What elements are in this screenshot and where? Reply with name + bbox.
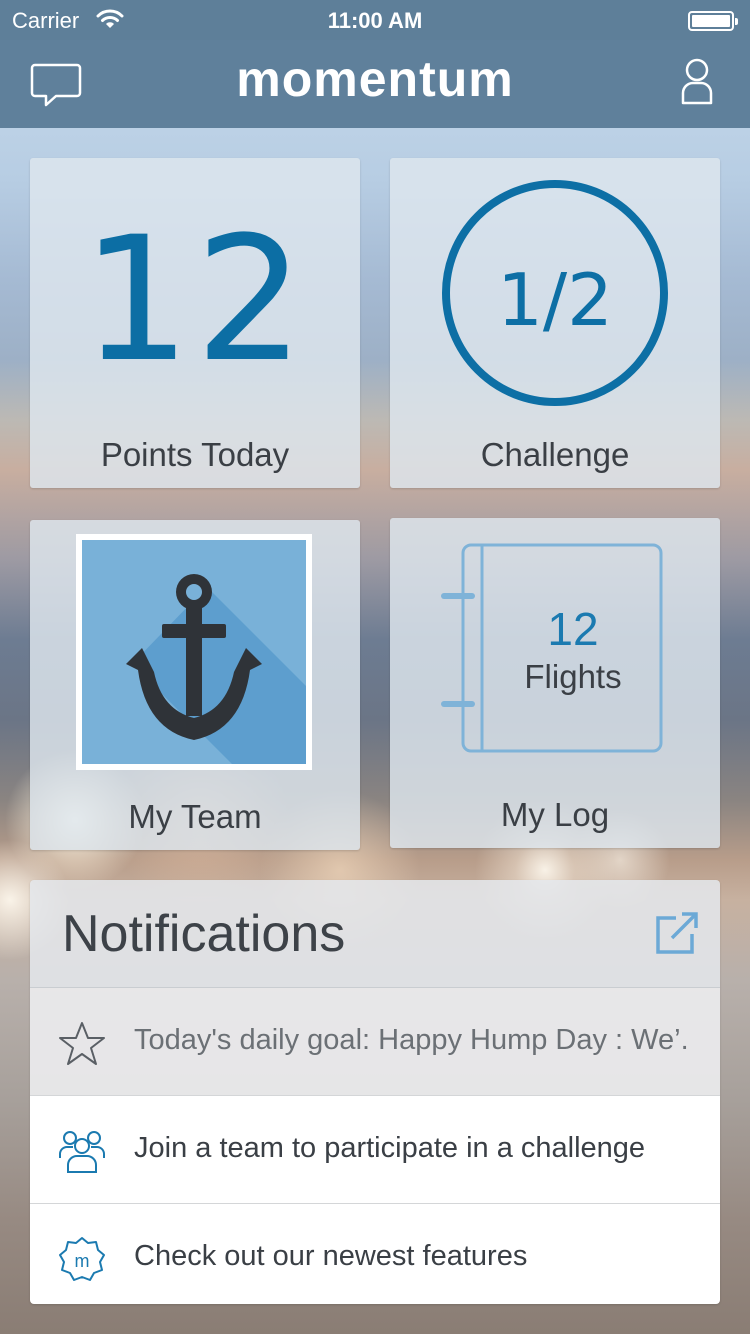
anchor-icon [82,540,306,764]
points-value: 12 [81,199,309,400]
notifications-header: Notifications [30,880,720,988]
team-avatar [76,534,312,770]
notifications-title: Notifications [62,905,346,963]
challenge-progress-ring: 1/2 [442,180,668,406]
notification-text: Check out our newest features [134,1240,528,1272]
notifications-panel: Notifications Today's daily goal: Happy … [30,880,720,1304]
notification-text: Today's daily goal: Happy Hump Day : We’… [134,1024,690,1056]
notification-item-new-features[interactable]: m Check out our newest features [30,1204,720,1304]
status-bar: Carrier 11:00 AM [0,0,750,40]
challenge-label: Challenge [480,436,630,473]
star-icon [58,1020,106,1068]
points-today-tile[interactable]: 12 Points Today [30,158,360,488]
notification-item-join-team[interactable]: Join a team to participate in a challeng… [30,1096,720,1204]
my-log-tile[interactable]: 12 Flights My Log [390,518,720,848]
log-count: 12 [547,603,599,655]
my-team-tile[interactable]: My Team [30,520,360,850]
external-link-icon[interactable] [654,910,700,956]
challenge-value: 1/2 [497,258,613,342]
notification-item-daily-goal[interactable]: Today's daily goal: Happy Hump Day : We’… [30,988,720,1096]
log-label: My Log [500,796,610,833]
user-profile-icon[interactable] [680,58,714,106]
log-unit: Flights [524,658,622,695]
team-label: My Team [128,798,262,835]
team-icon [58,1128,106,1176]
points-label: Points Today [100,436,290,473]
clock: 11:00 AM [327,8,423,33]
battery-icon [688,11,738,31]
nav-bar: momentum [0,40,750,128]
challenge-tile[interactable]: 1/2 Challenge [390,158,720,488]
notification-text: Join a team to participate in a challeng… [134,1132,646,1164]
momentum-badge-icon: m [58,1236,106,1284]
svg-text:m: m [75,1251,90,1271]
app-title: momentum [236,51,514,107]
